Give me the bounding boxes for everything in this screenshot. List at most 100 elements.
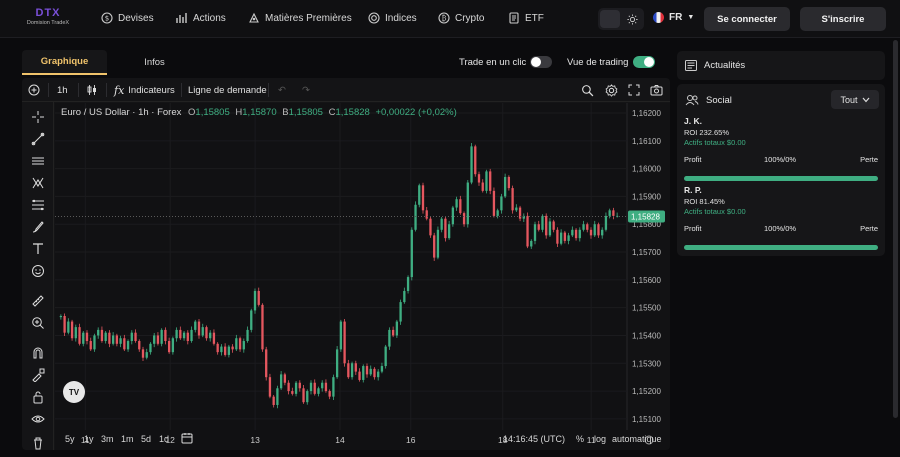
zoom-in-icon[interactable] <box>29 314 47 332</box>
chart-panel: 1h fx Indicateurs Ligne de demande ↶ ↷ 1… <box>22 78 670 450</box>
order-line-button[interactable]: Ligne de demande <box>188 78 267 102</box>
profit-bar <box>684 245 878 250</box>
range-1y[interactable]: 1y <box>84 434 94 444</box>
trend-line-icon[interactable] <box>29 130 47 148</box>
candle <box>485 171 488 191</box>
range-3m[interactable]: 3m <box>101 434 114 444</box>
pattern-icon[interactable] <box>29 174 47 192</box>
candle <box>589 229 593 236</box>
fullscreen-icon[interactable] <box>628 78 640 102</box>
price-chart[interactable]: 1,16200 1,16100 1,16000 1,15900 1,15800 1,157… <box>55 103 670 450</box>
trading-view-label: Vue de trading <box>567 57 629 68</box>
candle <box>518 207 522 219</box>
zoom-search-icon[interactable] <box>581 78 594 102</box>
add-symbol-button[interactable] <box>28 78 40 102</box>
candle <box>126 341 130 350</box>
page-scrollbar[interactable] <box>893 40 898 418</box>
nav-item-devises[interactable]: $ Devises <box>101 12 154 24</box>
price-scale <box>627 103 670 430</box>
redo-icon[interactable]: ↷ <box>302 78 310 102</box>
trash-icon[interactable] <box>29 434 47 450</box>
trading-view-toggle[interactable] <box>633 56 655 68</box>
candle <box>552 221 555 230</box>
profit-bar <box>684 176 878 181</box>
text-tool-icon[interactable] <box>29 240 47 258</box>
candle <box>410 229 413 278</box>
trader-card[interactable]: R. P. ROI 81.45% Actifs totaux $0.00 Pro… <box>684 185 880 250</box>
document-icon <box>509 12 519 24</box>
candle <box>138 341 141 350</box>
candle <box>328 391 331 397</box>
sun-icon[interactable] <box>622 10 642 28</box>
undo-icon[interactable]: ↶ <box>278 78 286 102</box>
candle <box>160 329 163 344</box>
candle <box>238 338 242 350</box>
lock-icon[interactable] <box>29 388 47 406</box>
moon-icon[interactable] <box>600 10 620 28</box>
nav-item-crypto[interactable]: ₿ Crypto <box>438 12 484 24</box>
brand-logo[interactable]: DTX Domision TradeX <box>18 7 78 33</box>
range-1d[interactable]: 1d <box>159 434 169 444</box>
theme-toggle[interactable] <box>598 8 644 30</box>
candle <box>612 210 615 216</box>
camera-icon[interactable] <box>650 78 663 102</box>
tab-chart[interactable]: Graphique <box>22 50 107 75</box>
candle <box>369 368 372 375</box>
candle <box>216 343 219 353</box>
candlestick-chart-svg[interactable]: 1,162001,161001,160001,159001,158001,157… <box>55 103 670 450</box>
login-button[interactable]: Se connecter <box>704 7 790 31</box>
news-card[interactable]: Actualités <box>677 51 885 80</box>
indicators-button[interactable]: fx Indicateurs <box>114 78 175 102</box>
lock-drawing-icon[interactable] <box>29 366 47 384</box>
candle <box>399 302 402 322</box>
calendar-icon[interactable] <box>181 432 193 446</box>
plus-circle-icon <box>28 84 40 96</box>
candle <box>466 182 469 225</box>
range-5d[interactable]: 5d <box>141 434 151 444</box>
candle <box>526 215 529 247</box>
candles-type-button[interactable] <box>86 78 98 102</box>
horizontal-lines-icon[interactable] <box>29 152 47 170</box>
loss-label: Perte <box>860 224 878 233</box>
range-1m[interactable]: 1m <box>121 434 134 444</box>
candle <box>179 329 182 339</box>
log-scale-toggle[interactable]: log <box>594 434 606 444</box>
ruler-icon[interactable] <box>29 292 47 310</box>
auto-scale-toggle[interactable]: automatique <box>612 434 662 444</box>
eye-icon[interactable] <box>29 410 47 428</box>
percent-scale-toggle[interactable]: % <box>576 434 584 444</box>
nav-item-indices[interactable]: Indices <box>368 12 417 24</box>
trader-card[interactable]: J. K. ROI 232.65% Actifs totaux $0.00 Pr… <box>684 116 880 181</box>
candle <box>153 335 156 344</box>
tradingview-logo[interactable]: TV <box>63 381 85 403</box>
signup-button[interactable]: S'inscrire <box>800 7 886 31</box>
candle <box>85 332 89 342</box>
filter-value: Tout <box>840 94 858 105</box>
language-selector[interactable]: FR ▼ <box>653 12 694 23</box>
clock-time[interactable]: 14:16:45 (UTC) <box>503 434 565 444</box>
candle <box>533 224 537 241</box>
nav-item-matieres-premieres[interactable]: Matières Premières <box>248 12 352 24</box>
profit-label: Profit <box>684 224 702 233</box>
emoji-icon[interactable] <box>29 262 47 280</box>
magnet-icon[interactable] <box>29 344 47 362</box>
range-5y[interactable]: 5y <box>65 434 75 444</box>
high-value: 1,15870 <box>242 107 277 118</box>
fib-levels-icon[interactable] <box>29 196 47 214</box>
one-click-toggle[interactable] <box>530 56 552 68</box>
interval-button[interactable]: 1h <box>57 78 68 102</box>
social-filter-select[interactable]: Tout <box>831 90 879 109</box>
candle <box>444 218 447 239</box>
candle <box>294 382 298 394</box>
brush-icon[interactable] <box>29 218 47 236</box>
settings-gear-icon[interactable] <box>605 78 618 102</box>
nav-label: Actions <box>193 12 226 24</box>
nav-item-actions[interactable]: Actions <box>176 12 226 24</box>
trader-assets: Actifs totaux $0.00 <box>684 138 746 147</box>
candle <box>287 382 290 392</box>
candle <box>321 382 324 389</box>
nav-item-etf[interactable]: ETF <box>508 12 544 24</box>
crosshair-icon[interactable] <box>29 108 47 126</box>
tab-info[interactable]: Infos <box>132 50 177 75</box>
candle <box>537 224 540 230</box>
